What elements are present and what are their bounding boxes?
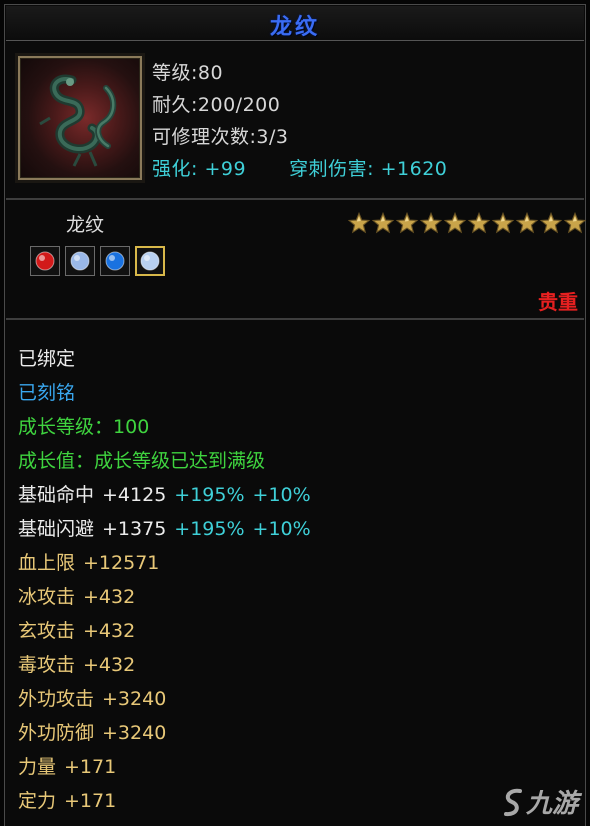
star-icon <box>444 212 466 234</box>
attribute-label: 外功攻击 <box>18 688 95 710</box>
jiuyou-logo-icon <box>503 788 522 816</box>
attribute-bonus: +10% <box>252 484 311 506</box>
attribute-label: 玄攻击 <box>18 620 76 642</box>
attribute-row: 血上限 +12571 <box>18 546 578 580</box>
attribute-label: 冰攻击 <box>18 586 76 608</box>
attribute-label: 基础命中 <box>18 484 95 506</box>
attribute-row: 外功攻击 +3240 <box>18 682 578 716</box>
attribute-label: 力量 <box>18 756 57 778</box>
enhance-label: 强化: <box>152 158 198 180</box>
attribute-value: +432 <box>83 586 136 608</box>
attribute-label: 外功防御 <box>18 722 95 744</box>
red-gem-icon[interactable] <box>30 246 60 276</box>
attribute-list: 已绑定已刻铭成长等级：100 成长值：成长等级已达到满级 基础命中 +4125 +195… <box>18 342 578 818</box>
attribute-value: 100 <box>113 416 150 438</box>
attribute-row: 毒攻击 +432 <box>18 648 578 682</box>
attribute-value: +3240 <box>102 722 167 744</box>
watermark-text: 九游 <box>525 789 578 819</box>
attribute-row: 定力 +171 <box>18 784 578 818</box>
star-icon <box>348 212 370 234</box>
attribute-value: +432 <box>83 654 136 676</box>
attribute-row: 成长值：成长等级已达到满级 <box>18 444 578 478</box>
attribute-row: 外功防御 +3240 <box>18 716 578 750</box>
star-icon <box>468 212 490 234</box>
attribute-value: +4125 <box>102 484 167 506</box>
attribute-bonus: +195% <box>174 518 245 540</box>
attribute-value: +171 <box>64 790 117 812</box>
attribute-row: 力量 +171 <box>18 750 578 784</box>
attribute-row: 玄攻击 +432 <box>18 614 578 648</box>
item-meta-panel: 龙纹 贵重 <box>6 200 586 320</box>
repair-count-text: 可修理次数:3/3 <box>152 126 289 148</box>
item-title: 龙纹 <box>269 15 320 40</box>
star-icon <box>420 212 442 234</box>
attribute-label: 成长等级： <box>18 416 114 438</box>
attribute-value: +1375 <box>102 518 167 540</box>
enhance-value: +99 <box>204 158 247 180</box>
gem-slots <box>30 246 165 276</box>
star-rating <box>348 212 586 236</box>
rarity-label: 贵重 <box>538 290 578 314</box>
white-crystal-icon[interactable] <box>135 246 165 276</box>
attribute-label: 定力 <box>18 790 57 812</box>
attribute-bonus: +10% <box>252 518 311 540</box>
title-bar: 龙纹 <box>6 6 584 41</box>
attribute-label: 成长值：成长等级已达到满级 <box>18 450 266 472</box>
attribute-value: +171 <box>64 756 117 778</box>
star-icon <box>372 212 394 234</box>
star-icon <box>396 212 418 234</box>
attribute-row: 基础命中 +4125 +195% +10% <box>18 478 578 512</box>
star-icon <box>492 212 514 234</box>
item-name: 龙纹 <box>66 214 105 236</box>
attribute-row: 冰攻击 +432 <box>18 580 578 614</box>
attribute-label: 已绑定 <box>18 348 76 370</box>
blue-gem-icon[interactable] <box>100 246 130 276</box>
star-icon <box>564 212 586 234</box>
star-icon <box>516 212 538 234</box>
level-text: 等级:80 <box>152 62 224 84</box>
attribute-label: 毒攻击 <box>18 654 76 676</box>
attribute-bonus: +195% <box>174 484 245 506</box>
star-icon <box>540 212 562 234</box>
watermark-logo: 九游 <box>500 783 578 820</box>
attribute-row: 成长等级：100 <box>18 410 578 444</box>
white-crystal-icon[interactable] <box>65 246 95 276</box>
item-header-panel: 等级:80 耐久:200/200 可修理次数:3/3 强化: +99 穿刺伤害:… <box>6 42 584 200</box>
attribute-label: 血上限 <box>18 552 76 574</box>
pierce-value: +1620 <box>380 158 448 180</box>
attribute-value: +432 <box>83 620 136 642</box>
attribute-row: 已刻铭 <box>18 376 578 410</box>
dragon-emblem-icon <box>18 56 142 180</box>
enhance-row: 强化: +99 穿刺伤害: +1620 <box>152 154 447 181</box>
pierce-label: 穿刺伤害: <box>289 158 375 180</box>
attribute-value: +12571 <box>83 552 160 574</box>
attribute-label: 基础闪避 <box>18 518 95 540</box>
attribute-row: 已绑定 <box>18 342 578 376</box>
durability-text: 耐久:200/200 <box>152 94 281 116</box>
attribute-row: 基础闪避 +1375 +195% +10% <box>18 512 578 546</box>
attribute-label: 已刻铭 <box>18 382 76 404</box>
attribute-value: +3240 <box>102 688 167 710</box>
